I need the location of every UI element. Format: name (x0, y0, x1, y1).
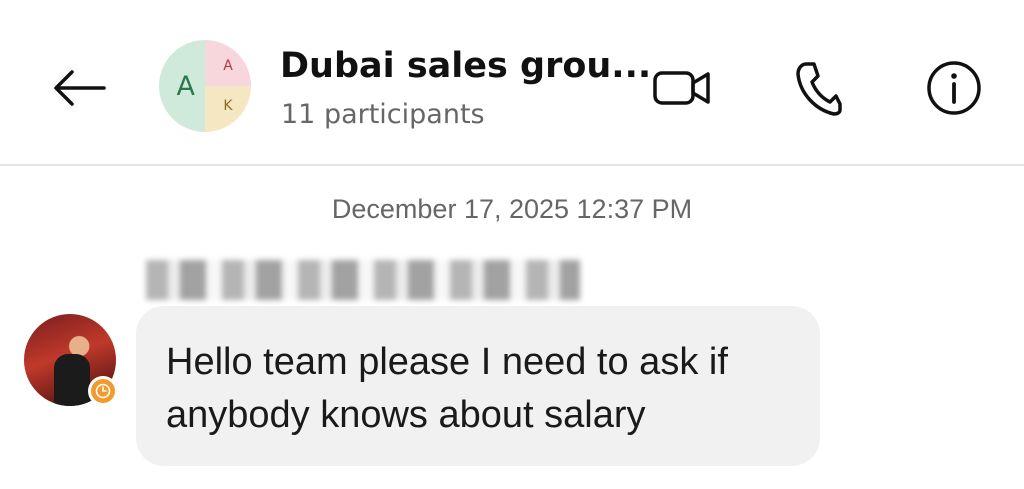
phone-icon (796, 62, 842, 116)
info-icon (927, 61, 981, 115)
clock-icon (95, 383, 111, 399)
pending-status-badge (88, 376, 118, 406)
avatar-letter-bottom: K (205, 86, 251, 132)
group-title[interactable]: Dubai sales grou... (280, 46, 651, 86)
back-button[interactable] (44, 58, 112, 118)
arrow-left-icon (54, 70, 106, 106)
group-avatar[interactable]: A A K (159, 40, 251, 132)
chat-header: A A K Dubai sales grou... 11 participant… (0, 0, 1024, 166)
info-button[interactable] (922, 58, 986, 118)
avatar-letter-main: A (159, 40, 205, 132)
message-text: Hello team please I need to ask if anybo… (166, 341, 728, 436)
participants-count: 11 participants (281, 99, 485, 130)
message-bubble[interactable]: Hello team please I need to ask if anybo… (136, 306, 820, 466)
message-timestamp: December 17, 2025 12:37 PM (331, 194, 693, 224)
voice-call-button[interactable] (786, 58, 850, 118)
sender-name-redacted (146, 260, 580, 300)
video-camera-icon (653, 71, 710, 105)
avatar-letter-top: A (205, 40, 251, 86)
video-call-button[interactable] (650, 58, 714, 118)
